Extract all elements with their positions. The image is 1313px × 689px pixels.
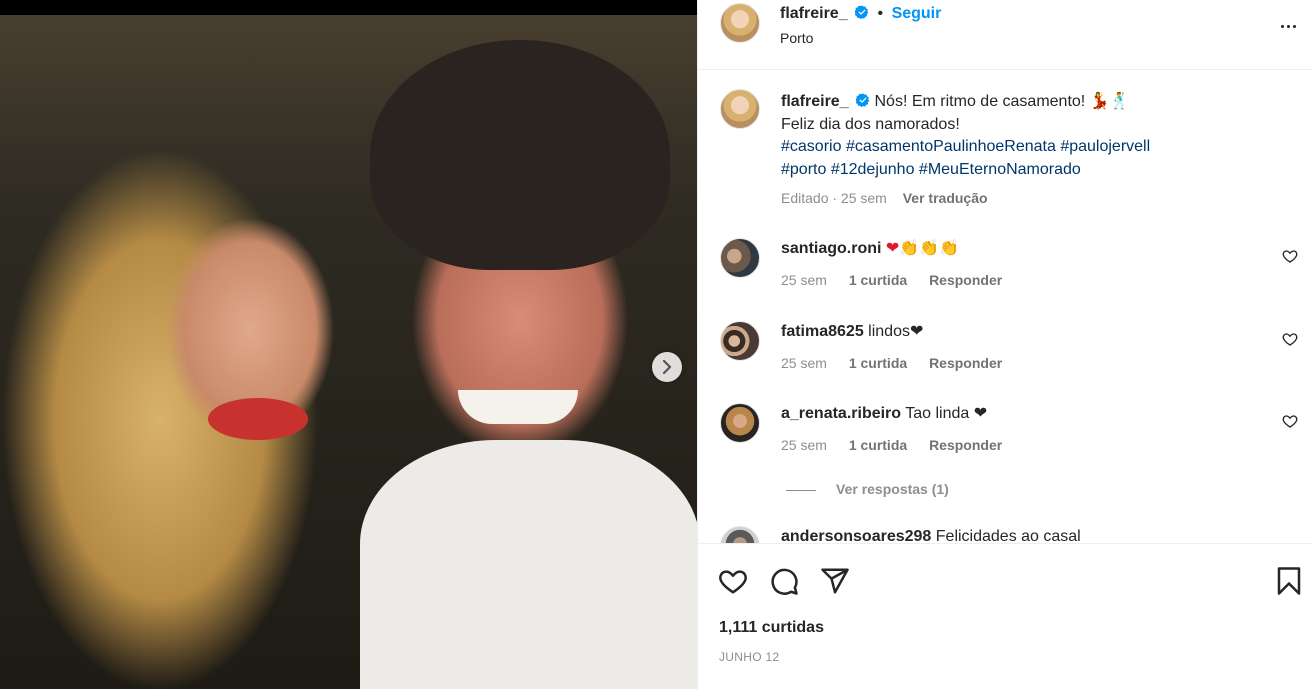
chevron-right-icon <box>662 360 672 374</box>
see-translation-button[interactable]: Ver tradução <box>903 190 988 206</box>
likes-count[interactable]: 1,111 curtidas <box>719 619 824 637</box>
hashtag[interactable]: #casorio <box>781 138 841 155</box>
comment-item: a_renata.ribeiro Tao linda ❤ 25 sem 1 cu… <box>720 403 1300 463</box>
commenter-avatar[interactable] <box>720 321 760 361</box>
post-location[interactable]: Porto <box>780 30 813 46</box>
post-actions-bar: 1,111 curtidas JUNHO 12 <box>698 543 1313 689</box>
follow-button[interactable]: Seguir <box>892 5 942 22</box>
replies-divider <box>786 489 816 491</box>
view-replies-label: Ver respostas (1) <box>836 481 949 497</box>
author-avatar[interactable] <box>720 3 760 43</box>
hashtag[interactable]: #12dejunho <box>831 161 915 178</box>
caption-author-avatar[interactable] <box>720 89 760 129</box>
comment-like-heart-icon[interactable] <box>1282 331 1298 347</box>
post-date: JUNHO 12 <box>719 650 780 664</box>
share-icon[interactable] <box>820 566 850 596</box>
photo-detail-hair <box>370 40 670 270</box>
commenter-username[interactable]: andersonsoares298 <box>781 528 931 543</box>
more-options-icon[interactable] <box>1276 14 1300 38</box>
comment-item: santiago.roni ❤👏👏👏 25 sem 1 curtida Resp… <box>720 238 1300 298</box>
comment-time: 25 sem <box>781 355 827 371</box>
post-photo[interactable] <box>0 0 697 689</box>
post-header: flafreire_ • Seguir Porto <box>698 0 1313 70</box>
photo-detail-shirt <box>360 440 697 689</box>
comment-text-line: santiago.roni ❤👏👏👏 <box>781 238 959 260</box>
header-separator: • <box>877 5 884 22</box>
comment-icon[interactable] <box>769 566 799 596</box>
reply-button[interactable]: Responder <box>929 437 1002 453</box>
comment-likes[interactable]: 1 curtida <box>849 437 907 453</box>
hashtag[interactable]: #paulojervell <box>1060 138 1150 155</box>
comment-meta: 25 sem 1 curtida Responder <box>781 437 1002 453</box>
bookmark-icon[interactable] <box>1274 566 1304 596</box>
comment-time: 25 sem <box>781 437 827 453</box>
caption-edited-time: Editado · 25 sem <box>781 190 887 206</box>
reply-button[interactable]: Responder <box>929 355 1002 371</box>
photo-detail-smile <box>458 390 578 424</box>
comments-scroll-area[interactable]: flafreire_ Nós! Em ritmo de casamento! 💃… <box>698 71 1313 543</box>
carousel-next-button[interactable] <box>652 352 682 382</box>
reply-button[interactable]: Responder <box>929 272 1002 288</box>
header-user-line: flafreire_ • Seguir <box>780 5 941 23</box>
comment-meta: 25 sem 1 curtida Responder <box>781 272 1002 288</box>
photo-detail-lips <box>208 398 308 440</box>
author-username[interactable]: flafreire_ <box>780 5 848 22</box>
verified-badge-icon <box>856 93 870 107</box>
comment-meta: 25 sem 1 curtida Responder <box>781 355 1002 371</box>
commenter-avatar[interactable] <box>720 526 760 543</box>
photo-top-bar <box>0 0 697 15</box>
hashtag[interactable]: #casamentoPaulinhoeRenata <box>846 138 1056 155</box>
caption-author-username[interactable]: flafreire_ <box>781 93 849 110</box>
commenter-avatar[interactable] <box>720 403 760 443</box>
comment-text: Felicidades ao casal <box>935 528 1081 543</box>
comment-text-line: fatima8625 lindos❤ <box>781 321 923 343</box>
commenter-username[interactable]: a_renata.ribeiro <box>781 405 901 422</box>
comment-text: ❤👏👏👏 <box>885 240 960 257</box>
comment-item: andersonsoares298 Felicidades ao casal <box>720 526 1300 543</box>
comment-text: Tao linda ❤ <box>905 405 988 422</box>
comment-likes[interactable]: 1 curtida <box>849 272 907 288</box>
comment-text-line: a_renata.ribeiro Tao linda ❤ <box>781 403 987 425</box>
commenter-username[interactable]: fatima8625 <box>781 323 864 340</box>
comment-time: 25 sem <box>781 272 827 288</box>
comment-item: fatima8625 lindos❤ 25 sem 1 curtida Resp… <box>720 321 1300 381</box>
comment-text-line: andersonsoares298 Felicidades ao casal <box>781 526 1081 543</box>
heart-icon[interactable] <box>718 566 748 596</box>
caption-body: flafreire_ Nós! Em ritmo de casamento! 💃… <box>781 91 1161 210</box>
hashtag[interactable]: #MeuEternoNamorado <box>919 161 1081 178</box>
comment-text: lindos❤ <box>868 323 924 340</box>
commenter-username[interactable]: santiago.roni <box>781 240 881 257</box>
comment-likes[interactable]: 1 curtida <box>849 355 907 371</box>
commenter-avatar[interactable] <box>720 238 760 278</box>
hashtag[interactable]: #porto <box>781 161 826 178</box>
comment-like-heart-icon[interactable] <box>1282 248 1298 264</box>
verified-badge-icon <box>855 5 869 19</box>
caption-meta: Editado · 25 sem Ver tradução <box>781 187 1161 210</box>
post-side-panel: flafreire_ • Seguir Porto flafreire_ Nós… <box>697 0 1313 689</box>
comment-like-heart-icon[interactable] <box>1282 413 1298 429</box>
view-replies-button[interactable]: Ver respostas (1) <box>786 481 949 497</box>
